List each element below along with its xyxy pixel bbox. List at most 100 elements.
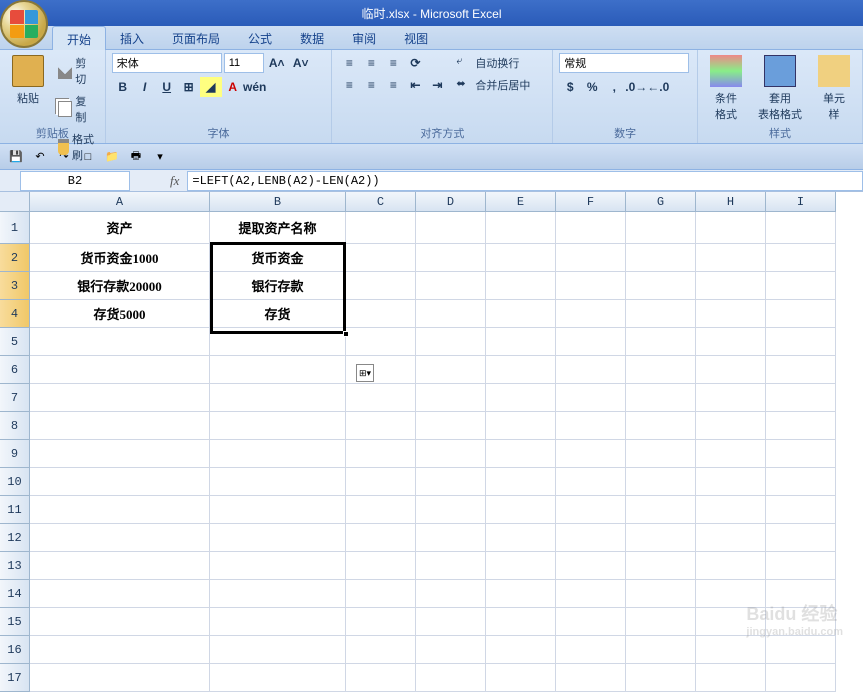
cell-d1[interactable] bbox=[416, 212, 486, 244]
cell-i13[interactable] bbox=[766, 552, 836, 580]
decrease-font-button[interactable]: A˅ bbox=[290, 53, 312, 73]
cell-c13[interactable] bbox=[346, 552, 416, 580]
name-box[interactable] bbox=[20, 171, 130, 191]
cell-f9[interactable] bbox=[556, 440, 626, 468]
comma-button[interactable]: , bbox=[603, 77, 625, 97]
cell-f11[interactable] bbox=[556, 496, 626, 524]
cell-e15[interactable] bbox=[486, 608, 556, 636]
tab-review[interactable]: 审阅 bbox=[338, 26, 390, 49]
cell-a15[interactable] bbox=[30, 608, 210, 636]
border-button[interactable]: ⊞ bbox=[178, 77, 200, 97]
col-header-h[interactable]: H bbox=[696, 192, 766, 212]
cell-i15[interactable] bbox=[766, 608, 836, 636]
cell-e9[interactable] bbox=[486, 440, 556, 468]
number-format-select[interactable] bbox=[559, 53, 689, 73]
cell-i6[interactable] bbox=[766, 356, 836, 384]
row-header-10[interactable]: 10 bbox=[0, 468, 30, 496]
qat-more-button[interactable]: ▾ bbox=[150, 147, 170, 167]
row-header-6[interactable]: 6 bbox=[0, 356, 30, 384]
underline-button[interactable]: U bbox=[156, 77, 178, 97]
percent-button[interactable]: % bbox=[581, 77, 603, 97]
cell-i4[interactable] bbox=[766, 300, 836, 328]
orientation-button[interactable]: ⟳ bbox=[404, 53, 426, 73]
col-header-c[interactable]: C bbox=[346, 192, 416, 212]
cell-c5[interactable] bbox=[346, 328, 416, 356]
dec-decimal-button[interactable]: ←.0 bbox=[647, 77, 669, 97]
cell-f2[interactable] bbox=[556, 244, 626, 272]
font-name-select[interactable] bbox=[112, 53, 222, 73]
cell-b14[interactable] bbox=[210, 580, 346, 608]
cell-c17[interactable] bbox=[346, 664, 416, 692]
cell-h9[interactable] bbox=[696, 440, 766, 468]
cell-i3[interactable] bbox=[766, 272, 836, 300]
cell-c1[interactable] bbox=[346, 212, 416, 244]
cell-grid[interactable]: ⊞▾ 资产提取资产名称货币资金1000货币资金银行存款20000银行存款存货50… bbox=[30, 212, 836, 692]
row-header-11[interactable]: 11 bbox=[0, 496, 30, 524]
cell-a9[interactable] bbox=[30, 440, 210, 468]
col-header-d[interactable]: D bbox=[416, 192, 486, 212]
cell-i14[interactable] bbox=[766, 580, 836, 608]
cell-d11[interactable] bbox=[416, 496, 486, 524]
col-header-g[interactable]: G bbox=[626, 192, 696, 212]
row-header-15[interactable]: 15 bbox=[0, 608, 30, 636]
cell-h12[interactable] bbox=[696, 524, 766, 552]
cell-a16[interactable] bbox=[30, 636, 210, 664]
phonetic-button[interactable]: wén bbox=[244, 77, 266, 97]
bold-button[interactable]: B bbox=[112, 77, 134, 97]
cell-d13[interactable] bbox=[416, 552, 486, 580]
row-header-5[interactable]: 5 bbox=[0, 328, 30, 356]
cell-h14[interactable] bbox=[696, 580, 766, 608]
qat-open-button[interactable]: 📁 bbox=[102, 147, 122, 167]
cell-f7[interactable] bbox=[556, 384, 626, 412]
row-header-4[interactable]: 4 bbox=[0, 300, 30, 328]
cell-e16[interactable] bbox=[486, 636, 556, 664]
cell-d7[interactable] bbox=[416, 384, 486, 412]
office-button[interactable] bbox=[0, 0, 48, 48]
cell-f17[interactable] bbox=[556, 664, 626, 692]
tab-layout[interactable]: 页面布局 bbox=[158, 26, 234, 49]
col-header-a[interactable]: A bbox=[30, 192, 210, 212]
cell-c14[interactable] bbox=[346, 580, 416, 608]
cell-g9[interactable] bbox=[626, 440, 696, 468]
cell-f4[interactable] bbox=[556, 300, 626, 328]
cell-c12[interactable] bbox=[346, 524, 416, 552]
cell-i5[interactable] bbox=[766, 328, 836, 356]
cell-d8[interactable] bbox=[416, 412, 486, 440]
cell-a14[interactable] bbox=[30, 580, 210, 608]
cell-e14[interactable] bbox=[486, 580, 556, 608]
cell-f12[interactable] bbox=[556, 524, 626, 552]
cell-d16[interactable] bbox=[416, 636, 486, 664]
cell-g11[interactable] bbox=[626, 496, 696, 524]
cell-i17[interactable] bbox=[766, 664, 836, 692]
qat-print-button[interactable]: 🖶 bbox=[126, 147, 146, 167]
cell-i7[interactable] bbox=[766, 384, 836, 412]
cell-e11[interactable] bbox=[486, 496, 556, 524]
cell-a1[interactable]: 资产 bbox=[30, 212, 210, 244]
cell-b1[interactable]: 提取资产名称 bbox=[210, 212, 346, 244]
cell-c16[interactable] bbox=[346, 636, 416, 664]
cell-g12[interactable] bbox=[626, 524, 696, 552]
align-right-button[interactable]: ≡ bbox=[382, 75, 404, 95]
cell-f3[interactable] bbox=[556, 272, 626, 300]
cell-h7[interactable] bbox=[696, 384, 766, 412]
col-header-f[interactable]: F bbox=[556, 192, 626, 212]
select-all-corner[interactable] bbox=[0, 192, 30, 212]
cell-b12[interactable] bbox=[210, 524, 346, 552]
cell-h13[interactable] bbox=[696, 552, 766, 580]
tab-view[interactable]: 视图 bbox=[390, 26, 442, 49]
cell-d12[interactable] bbox=[416, 524, 486, 552]
paste-button[interactable]: 粘贴 bbox=[6, 53, 50, 165]
cell-h1[interactable] bbox=[696, 212, 766, 244]
row-header-14[interactable]: 14 bbox=[0, 580, 30, 608]
cell-c11[interactable] bbox=[346, 496, 416, 524]
cell-e4[interactable] bbox=[486, 300, 556, 328]
cell-d4[interactable] bbox=[416, 300, 486, 328]
cell-e10[interactable] bbox=[486, 468, 556, 496]
merge-center-button[interactable]: ⬌合并后居中 bbox=[452, 75, 534, 95]
italic-button[interactable]: I bbox=[134, 77, 156, 97]
cell-i1[interactable] bbox=[766, 212, 836, 244]
cell-e8[interactable] bbox=[486, 412, 556, 440]
cell-b15[interactable] bbox=[210, 608, 346, 636]
cell-f13[interactable] bbox=[556, 552, 626, 580]
cell-a4[interactable]: 存货5000 bbox=[30, 300, 210, 328]
